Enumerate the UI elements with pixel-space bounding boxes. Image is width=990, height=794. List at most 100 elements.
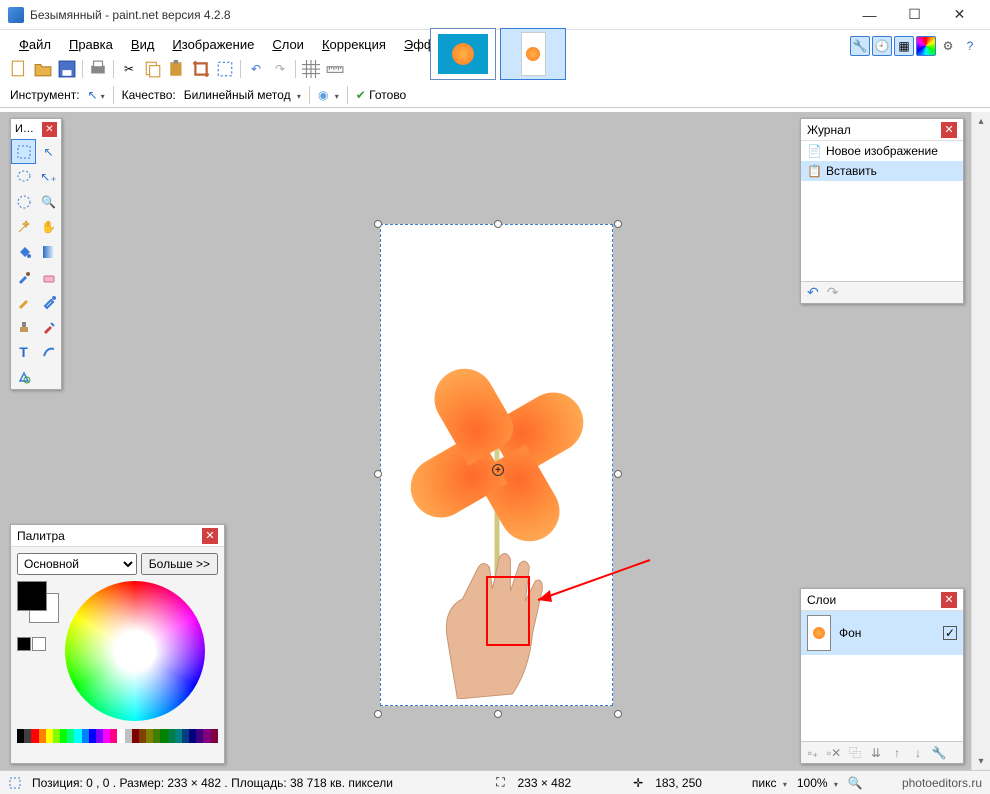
tools-toggle-icon[interactable]: 🔧: [850, 36, 870, 56]
unit-dropdown[interactable]: пикс ▾: [752, 776, 787, 790]
layer-props-icon[interactable]: 🔧: [930, 744, 948, 762]
palette-close-icon[interactable]: ✕: [202, 528, 218, 544]
pencil-tool[interactable]: [11, 289, 36, 314]
tools-panel-close-icon[interactable]: ✕: [42, 122, 57, 137]
redo-icon[interactable]: ↷: [271, 60, 289, 78]
color-swatch[interactable]: [211, 729, 218, 743]
thumbnail-1[interactable]: [430, 28, 496, 80]
pan-tool[interactable]: ✋: [36, 214, 61, 239]
color-swatch[interactable]: [196, 729, 203, 743]
color-swatch[interactable]: [132, 729, 139, 743]
cut-icon[interactable]: ✂: [120, 60, 138, 78]
maximize-button[interactable]: ☐: [892, 0, 937, 30]
color-swatch[interactable]: [125, 729, 132, 743]
vertical-scrollbar[interactable]: ▴ ▾: [971, 112, 990, 770]
color-swatch[interactable]: [74, 729, 81, 743]
color-swatch[interactable]: [53, 729, 60, 743]
menu-layers[interactable]: Слои: [263, 34, 313, 55]
paste-icon[interactable]: [168, 60, 186, 78]
magic-wand-tool[interactable]: [11, 214, 36, 239]
bucket-tool[interactable]: [11, 239, 36, 264]
tools-panel[interactable]: И… ✕ ↖ ↖₊ 🔍 ✋ T: [10, 118, 62, 390]
primary-swatch[interactable]: [17, 581, 47, 611]
colors-toggle-icon[interactable]: [916, 36, 936, 56]
color-swatch[interactable]: [203, 729, 210, 743]
menu-image[interactable]: Изображение: [163, 34, 263, 55]
eraser-tool[interactable]: [36, 264, 61, 289]
color-swatch[interactable]: [110, 729, 117, 743]
color-wheel[interactable]: [65, 581, 205, 721]
tool-current-icon[interactable]: ↖▾: [88, 88, 105, 102]
color-mode-select[interactable]: Основной: [17, 553, 137, 575]
quality-dropdown[interactable]: Билинейный метод ▾: [184, 88, 301, 102]
layer-visible-checkbox[interactable]: ✓: [943, 626, 957, 640]
eyedropper-tool[interactable]: [36, 289, 61, 314]
color-swatch[interactable]: [39, 729, 46, 743]
color-swatch[interactable]: [89, 729, 96, 743]
color-swatch[interactable]: [67, 729, 74, 743]
layers-close-icon[interactable]: ✕: [941, 592, 957, 608]
scroll-down-icon[interactable]: ▾: [972, 752, 990, 770]
menu-adjust[interactable]: Коррекция: [313, 34, 395, 55]
history-close-icon[interactable]: ✕: [941, 122, 957, 138]
color-swatch[interactable]: [60, 729, 67, 743]
settings-icon[interactable]: ⚙: [938, 36, 958, 56]
minimize-button[interactable]: —: [847, 0, 892, 30]
more-button[interactable]: Больше >>: [141, 553, 218, 575]
color-swatch[interactable]: [117, 729, 124, 743]
delete-layer-icon[interactable]: ▫✕: [825, 744, 843, 762]
scroll-up-icon[interactable]: ▴: [972, 112, 990, 130]
lasso-tool[interactable]: [11, 164, 36, 189]
line-tool[interactable]: [36, 339, 61, 364]
text-tool[interactable]: T: [11, 339, 36, 364]
clone-tool[interactable]: [11, 314, 36, 339]
reset-black-icon[interactable]: [17, 637, 31, 651]
color-swatch[interactable]: [46, 729, 53, 743]
ruler-icon[interactable]: [326, 60, 344, 78]
color-swatch[interactable]: [31, 729, 38, 743]
ellipse-select-tool[interactable]: [11, 189, 36, 214]
recolor-tool[interactable]: [36, 314, 61, 339]
color-swatch[interactable]: [139, 729, 146, 743]
color-swatch[interactable]: [146, 729, 153, 743]
rect-select-tool[interactable]: [11, 139, 36, 164]
sampling-icon[interactable]: ◉ ▾: [318, 88, 339, 102]
gradient-tool[interactable]: [36, 239, 61, 264]
palette-panel[interactable]: Палитра ✕ Основной Больше >>: [10, 524, 225, 764]
layers-panel[interactable]: Слои ✕ Фон ✓ ▫₊ ▫✕ ⿻ ⇊ ↑ ↓ 🔧: [800, 588, 964, 764]
brush-tool[interactable]: [11, 264, 36, 289]
color-swatch[interactable]: [103, 729, 110, 743]
merge-down-icon[interactable]: ⇊: [867, 744, 885, 762]
add-layer-icon[interactable]: ▫₊: [804, 744, 822, 762]
close-button[interactable]: ✕: [937, 0, 982, 30]
swatch-stack[interactable]: [17, 581, 59, 721]
duplicate-layer-icon[interactable]: ⿻: [846, 744, 864, 762]
history-item-new[interactable]: 📄Новое изображение: [801, 141, 963, 161]
color-swatch[interactable]: [153, 729, 160, 743]
zoom-tool[interactable]: 🔍: [36, 189, 61, 214]
history-item-paste[interactable]: 📋Вставить: [801, 161, 963, 181]
color-swatch[interactable]: [96, 729, 103, 743]
zoom-value[interactable]: 100% ▾: [797, 776, 838, 790]
print-icon[interactable]: [89, 60, 107, 78]
layers-toggle-icon[interactable]: ▦: [894, 36, 914, 56]
color-swatch[interactable]: [17, 729, 24, 743]
color-swatch[interactable]: [82, 729, 89, 743]
undo-icon[interactable]: ↶: [247, 60, 265, 78]
color-swatch[interactable]: [160, 729, 167, 743]
move-down-icon[interactable]: ↓: [909, 744, 927, 762]
color-swatch[interactable]: [175, 729, 182, 743]
deselect-icon[interactable]: [216, 60, 234, 78]
redo-history-icon[interactable]: ↷: [827, 284, 839, 301]
history-toggle-icon[interactable]: 🕘: [872, 36, 892, 56]
history-panel[interactable]: Журнал ✕ 📄Новое изображение 📋Вставить ↶ …: [800, 118, 964, 304]
color-strip[interactable]: [17, 729, 218, 743]
move-selection-tool[interactable]: ↖₊: [36, 164, 61, 189]
color-swatch[interactable]: [168, 729, 175, 743]
copy-icon[interactable]: [144, 60, 162, 78]
move-anchor-icon[interactable]: +: [492, 464, 504, 476]
move-tool[interactable]: ↖: [36, 139, 61, 164]
menu-edit[interactable]: Правка: [60, 34, 122, 55]
layer-background[interactable]: Фон ✓: [801, 611, 963, 655]
open-icon[interactable]: [34, 60, 52, 78]
